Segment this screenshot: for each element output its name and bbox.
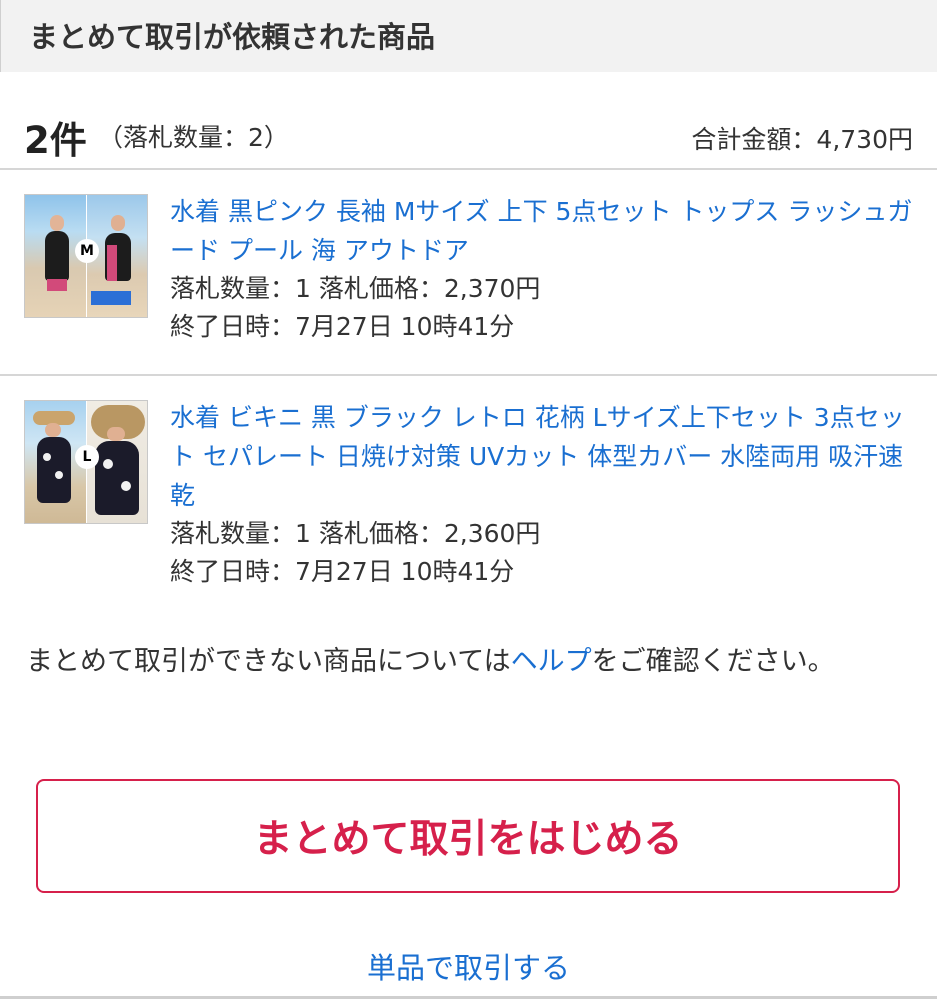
size-badge: L bbox=[75, 445, 99, 469]
help-link[interactable]: ヘルプ bbox=[511, 646, 592, 677]
item-bid-info: 落札数量：1 落札価格：2,360円 bbox=[170, 519, 541, 548]
list-item: M 水着 黒ピンク 長袖 Mサイズ 上下 5点セット トップス ラッシュガード … bbox=[0, 172, 937, 376]
item-title-link[interactable]: 水着 黒ピンク 長袖 Mサイズ 上下 5点セット トップス ラッシュガード プー… bbox=[170, 192, 917, 270]
summary-row: 2件 （落札数量：2） 合計金額：4,730円 bbox=[0, 72, 937, 170]
item-end-time: 終了日時：7月27日 10時41分 bbox=[170, 557, 515, 586]
single-trade-link[interactable]: 単品で取引する bbox=[0, 945, 937, 987]
item-bid-info: 落札数量：1 落札価格：2,370円 bbox=[170, 274, 541, 303]
bid-quantity-total: （落札数量：2） bbox=[98, 123, 289, 152]
list-item: L 水着 ビキニ 黒 ブラック レトロ 花柄 Lサイズ上下セット 3点セット セ… bbox=[0, 378, 937, 594]
item-title-link[interactable]: 水着 ビキニ 黒 ブラック レトロ 花柄 Lサイズ上下セット 3点セット セパレ… bbox=[170, 398, 917, 515]
item-end-time: 終了日時：7月27日 10時41分 bbox=[170, 312, 515, 341]
item-info: 水着 黒ピンク 長袖 Mサイズ 上下 5点セット トップス ラッシュガード プー… bbox=[170, 192, 917, 346]
help-note: まとめて取引ができない商品についてはヘルプをご確認ください。 bbox=[26, 640, 926, 683]
help-note-prefix: まとめて取引ができない商品については bbox=[26, 646, 511, 677]
size-badge: M bbox=[75, 239, 99, 263]
item-count: 2件 bbox=[24, 119, 87, 162]
item-info: 水着 ビキニ 黒 ブラック レトロ 花柄 Lサイズ上下セット 3点セット セパレ… bbox=[170, 398, 917, 591]
help-note-suffix: をご確認ください。 bbox=[591, 646, 835, 677]
total-amount: 合計金額：4,730円 bbox=[691, 125, 913, 154]
section-header: まとめて取引が依頼された商品 bbox=[0, 0, 937, 72]
section-title: まとめて取引が依頼された商品 bbox=[29, 20, 436, 54]
product-thumbnail[interactable]: M bbox=[24, 194, 148, 318]
start-bundle-trade-button[interactable]: まとめて取引をはじめる bbox=[36, 779, 900, 893]
product-thumbnail[interactable]: L bbox=[24, 400, 148, 524]
